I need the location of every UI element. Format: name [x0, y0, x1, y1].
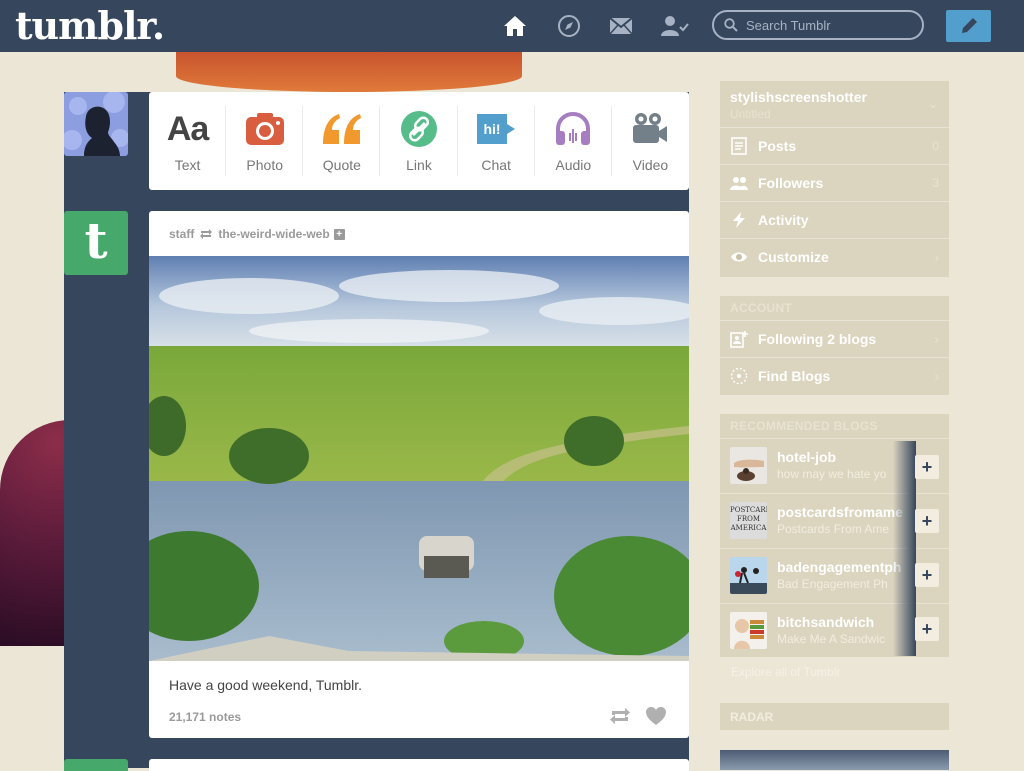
search-input[interactable] — [744, 16, 918, 34]
recommended-blog-avatar — [730, 557, 767, 594]
sidebar-item-count: 3 — [932, 176, 939, 190]
account-icon[interactable] — [661, 14, 689, 38]
sidebar-item-label: Followers — [758, 175, 824, 191]
post-type-label: Text — [174, 157, 201, 173]
user-avatar[interactable] — [64, 92, 128, 156]
inbox-icon[interactable] — [609, 14, 633, 38]
chevron-right-icon: › — [934, 249, 939, 265]
chevron-right-icon: › — [934, 368, 939, 384]
headphones-icon — [556, 111, 591, 145]
post-type-video[interactable]: Video — [612, 92, 689, 190]
post-type-label: Photo — [246, 157, 283, 173]
radar-header: RADAR — [720, 703, 949, 730]
post-type-audio[interactable]: Audio — [535, 92, 612, 190]
recommended-blog-avatar — [730, 447, 767, 484]
follow-source-icon[interactable]: + — [333, 228, 345, 240]
post-caption: Have a good weekend, Tumblr. — [169, 677, 363, 693]
recommended-fade-overlay — [893, 441, 916, 656]
post-card: staff the-weird-wide-web + Have a good w… — [149, 211, 689, 738]
sidebar-item-label: Find Blogs — [758, 368, 831, 384]
top-navigation: tumblr. — [0, 0, 1024, 52]
followers-icon — [730, 177, 748, 190]
video-camera-icon — [633, 113, 668, 143]
sidebar-item-count: 0 — [932, 139, 939, 153]
chevron-down-icon[interactable]: ⌄ — [927, 95, 939, 112]
post-header: staff the-weird-wide-web + — [169, 227, 345, 241]
search-icon — [724, 18, 738, 32]
compose-button[interactable] — [946, 10, 991, 42]
sidebar-item-label: Following 2 blogs — [758, 331, 877, 347]
link-icon — [400, 111, 437, 147]
sidebar-item-activity[interactable]: Activity — [720, 201, 949, 238]
post-type-text[interactable]: Aa Text — [149, 92, 227, 190]
reblog-source-link[interactable]: the-weird-wide-web — [218, 227, 329, 241]
staff-avatar[interactable]: t — [64, 211, 128, 275]
background-hair — [176, 52, 522, 92]
post-type-label: Chat — [481, 157, 511, 173]
eye-icon — [731, 252, 747, 262]
find-blogs-icon — [730, 367, 748, 385]
post-type-photo[interactable]: Photo — [226, 92, 304, 190]
post-photo[interactable] — [149, 256, 689, 661]
sidebar-item-label: Customize — [758, 249, 829, 265]
explore-link[interactable]: Explore all of Tumblr — [731, 665, 840, 679]
next-post-avatar[interactable] — [64, 759, 128, 771]
postcards-thumb-text: POSTCARDS FROM AMERICA — [730, 506, 767, 532]
sidebar-item-followers[interactable]: Followers 3 — [720, 164, 949, 201]
post-type-label: Video — [632, 157, 669, 173]
account-panel: ACCOUNT Following 2 blogs › Find Blogs › — [720, 296, 949, 395]
radar-image[interactable] — [720, 750, 949, 770]
staff-avatar-letter: t — [84, 211, 108, 270]
post-type-link[interactable]: Link — [380, 92, 458, 190]
lightning-icon — [733, 212, 745, 228]
post-type-label: Link — [406, 157, 432, 173]
blog-header[interactable]: stylishscreenshotter Untitled ⌄ — [720, 81, 949, 127]
blog-subtitle: Untitled — [730, 107, 771, 121]
sidebar-item-customize[interactable]: Customize › — [720, 238, 949, 275]
heart-icon[interactable] — [645, 706, 667, 726]
sidebar-item-posts[interactable]: Posts 0 — [720, 127, 949, 164]
chevron-right-icon: › — [934, 331, 939, 347]
blog-name[interactable]: stylishscreenshotter — [730, 89, 867, 105]
explore-icon[interactable] — [557, 14, 581, 38]
recommended-blog-avatar — [730, 612, 767, 649]
tumblr-logo[interactable]: tumblr. — [15, 3, 165, 49]
radar-section-title: RADAR — [730, 710, 774, 724]
post-type-quote[interactable]: Quote — [303, 92, 381, 190]
recommended-section-title: RECOMMENDED BLOGS — [730, 419, 878, 433]
blog-panel: stylishscreenshotter Untitled ⌄ Posts 0 … — [720, 81, 949, 277]
chat-icon: hi! — [477, 114, 516, 144]
avatar-silhouette-icon — [64, 92, 128, 156]
reblog-icon[interactable] — [609, 706, 631, 726]
post-type-chat[interactable]: hi! Chat — [458, 92, 535, 190]
camera-icon — [245, 113, 284, 145]
post-type-label: Audio — [555, 157, 592, 173]
next-post-card[interactable] — [149, 759, 689, 771]
sidebar-item-following[interactable]: Following 2 blogs › — [720, 320, 949, 357]
pencil-icon — [961, 18, 977, 33]
quote-icon — [322, 114, 361, 144]
sidebar-item-label: Posts — [758, 138, 797, 154]
text-icon: Aa — [166, 110, 209, 148]
chat-icon-text: hi! — [484, 121, 501, 137]
sidebar-item-find-blogs[interactable]: Find Blogs › — [720, 357, 949, 394]
posts-icon — [731, 137, 747, 155]
reblog-small-icon — [200, 229, 213, 239]
recommended-blog-avatar: POSTCARDS FROM AMERICA — [730, 502, 767, 539]
background-shoulder — [0, 420, 70, 646]
follow-blog-button[interactable]: + — [915, 509, 939, 533]
account-section-title: ACCOUNT — [730, 301, 793, 315]
follow-blog-button[interactable]: + — [915, 563, 939, 587]
follow-blog-button[interactable]: + — [915, 455, 939, 479]
post-notes-count[interactable]: 21,171 notes — [169, 710, 241, 724]
sidebar-item-label: Activity — [758, 212, 809, 228]
post-type-label: Quote — [322, 157, 361, 173]
follow-blog-button[interactable]: + — [915, 617, 939, 641]
home-icon[interactable] — [503, 14, 527, 38]
search-box[interactable] — [712, 10, 924, 40]
post-author-link[interactable]: staff — [169, 227, 194, 241]
post-type-bar: Aa Text Photo Quote Link hi! Chat Audio … — [149, 92, 689, 190]
following-icon — [730, 331, 748, 348]
